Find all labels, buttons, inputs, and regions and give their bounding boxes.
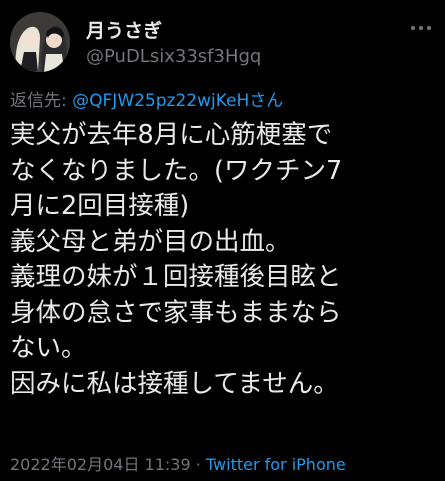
tweet-header: 月うさぎ @PuDLsix33sf3Hgq — [10, 12, 435, 72]
reply-mention-link[interactable]: @QFJW25pz22wjKeHさん — [72, 91, 283, 111]
tweet-text-line: 月に2回目接種) — [10, 191, 190, 221]
tweet-text-line: ない。 — [10, 333, 87, 363]
tweet-text-line: 義理の妹が１回接種後目眩と — [10, 262, 342, 292]
tweet-text-line: 身体の怠さで家事もままなら — [10, 297, 342, 328]
reply-context: 返信先: @QFJW25pz22wjKeHさん — [10, 86, 283, 111]
tweet-text-line: 実父が去年8月に心筋梗塞で — [10, 120, 333, 150]
tweet-source-link[interactable]: Twitter for iPhone — [206, 455, 346, 474]
tweet-text-line: なくなりました。(ワクチン7 — [10, 155, 343, 186]
meta-separator: · — [190, 455, 206, 474]
user-handle[interactable]: @PuDLsix33sf3Hgq — [86, 46, 261, 67]
tweet-text-line: 義父母と弟が目の出血。 — [10, 226, 291, 257]
tweet-meta: 2022年02月04日 11:39 · Twitter for iPhone — [10, 451, 346, 475]
avatar-image — [10, 12, 70, 72]
reply-prefix: 返信先: — [10, 91, 73, 111]
display-name[interactable]: 月うさぎ — [86, 16, 162, 43]
avatar[interactable] — [10, 12, 70, 72]
tweet-timestamp[interactable]: 2022年02月04日 11:39 — [10, 455, 191, 474]
more-options-icon[interactable] — [409, 22, 433, 34]
tweet-text: 実父が去年8月に心筋梗塞で なくなりました。(ワクチン7 月に2回目接種) 義父… — [10, 118, 435, 402]
tweet-text-line: 因みに私は接種してません。 — [10, 368, 339, 399]
